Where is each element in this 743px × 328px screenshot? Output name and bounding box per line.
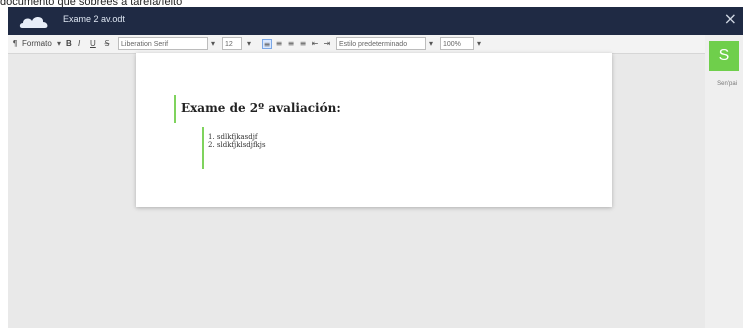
cloud-logo-icon [19, 16, 48, 28]
cursor-marker [174, 95, 176, 123]
italic-button[interactable]: I [78, 38, 80, 50]
avatar-label: Sen'pai [717, 81, 737, 87]
paragraph-style-icon[interactable]: ¶ [10, 39, 20, 49]
chevron-down-icon[interactable]: ▾ [54, 39, 64, 49]
titlebar: Exame 2 av.odt × [8, 7, 743, 35]
style-menu[interactable]: Formato [22, 38, 52, 50]
list-item: 1. sdlkfjkasdjf [208, 133, 258, 141]
numbered-list: 1. sdlkfjkasdjf 2. sldkfjklsdjfkjs [208, 133, 266, 149]
align-left-icon[interactable]: ≡ [262, 39, 272, 49]
align-justify-icon[interactable]: ≡ [298, 39, 308, 49]
chevron-down-icon[interactable]: ▾ [426, 39, 436, 49]
chevron-down-icon[interactable]: ▾ [244, 39, 254, 49]
zoom-select[interactable]: 100% [440, 37, 474, 50]
indent-increase-icon[interactable]: ⇥ [322, 39, 332, 49]
formatting-toolbar: ¶ Formato ▾ B I U S̶ Liberation Serif ▾ … [8, 35, 705, 54]
collaborators-panel: S Sen'pai [705, 35, 743, 328]
cursor-marker [202, 127, 204, 169]
close-icon[interactable]: × [724, 11, 737, 27]
chevron-down-icon[interactable]: ▾ [474, 39, 484, 49]
align-right-icon[interactable]: ≡ [286, 39, 296, 49]
bold-button[interactable]: B [66, 38, 72, 50]
avatar[interactable]: S [709, 41, 739, 71]
paragraph-style-select[interactable]: Estilo predeterminado [336, 37, 426, 50]
document-heading: Exame de 2º avaliación: [181, 101, 341, 115]
document-page[interactable]: Exame de 2º avaliación: 1. sdlkfjkasdjf … [136, 53, 612, 207]
font-family-select[interactable]: Liberation Serif [118, 37, 208, 50]
list-item: 2. sldkfjklsdjfkjs [208, 141, 266, 149]
strikethrough-icon[interactable]: S̶ [102, 39, 112, 49]
document-title: Exame 2 av.odt [63, 14, 125, 24]
underline-button[interactable]: U [90, 38, 96, 50]
indent-decrease-icon[interactable]: ⇤ [310, 39, 320, 49]
editor-window: Exame 2 av.odt × ¶ Formato ▾ B I U S̶ Li… [8, 7, 743, 328]
font-size-select[interactable]: 12 [222, 37, 242, 50]
chevron-down-icon[interactable]: ▾ [208, 39, 218, 49]
align-center-icon[interactable]: ≡ [274, 39, 284, 49]
